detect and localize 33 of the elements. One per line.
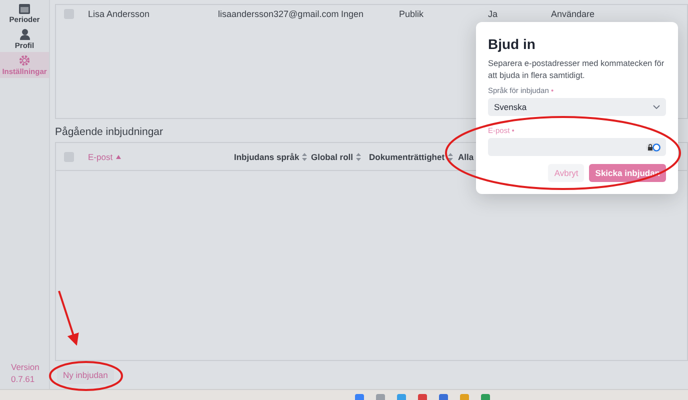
- column-header[interactable]: Dokumenträttighet: [369, 152, 458, 162]
- table-cell-text: Publik: [399, 9, 425, 19]
- email-field[interactable]: [488, 138, 666, 156]
- taskbar-icon[interactable]: [355, 394, 364, 400]
- table-cell-text: Ingen: [341, 9, 365, 19]
- sort-icon: [302, 152, 308, 160]
- taskbar-icon[interactable]: [418, 394, 427, 400]
- taskbar-icon[interactable]: [439, 394, 448, 400]
- person-icon: [20, 29, 30, 40]
- version-number: 0.7.61: [10, 373, 36, 386]
- column-header[interactable]: Global roll: [311, 152, 369, 162]
- taskbar-icon[interactable]: [481, 394, 490, 400]
- taskbar-icon[interactable]: [376, 394, 385, 400]
- sort-ascending-icon: [116, 154, 121, 158]
- password-manager-icon: [646, 142, 661, 152]
- chevron-down-icon: [653, 105, 660, 109]
- table-cell-text: Lisa Andersson: [88, 9, 151, 19]
- sort-icon: [356, 152, 362, 160]
- gear-icon: [19, 55, 30, 66]
- table-cell-text: lisaandersson327@gmail.com: [218, 9, 340, 19]
- taskbar-icon[interactable]: [460, 394, 469, 400]
- annotation-arrow: [58, 290, 79, 346]
- language-select[interactable]: Svenska: [488, 98, 666, 116]
- dialog-description: Separera e-postadresser med kommatecken för att bjuda in flera samtidigt.: [488, 57, 666, 81]
- version-label: Version: [10, 361, 40, 374]
- table-cell-text: Ja: [488, 9, 499, 19]
- calendar-icon: [19, 3, 30, 14]
- column-header[interactable]: Inbjudans språk: [234, 152, 311, 162]
- dialog-title: Bjud in: [488, 36, 536, 52]
- section-title: Pågående inbjudningar: [55, 126, 164, 138]
- table-cell-text: Användare: [551, 9, 596, 19]
- sort-icon: [448, 152, 453, 160]
- taskbar-icon[interactable]: [397, 394, 406, 400]
